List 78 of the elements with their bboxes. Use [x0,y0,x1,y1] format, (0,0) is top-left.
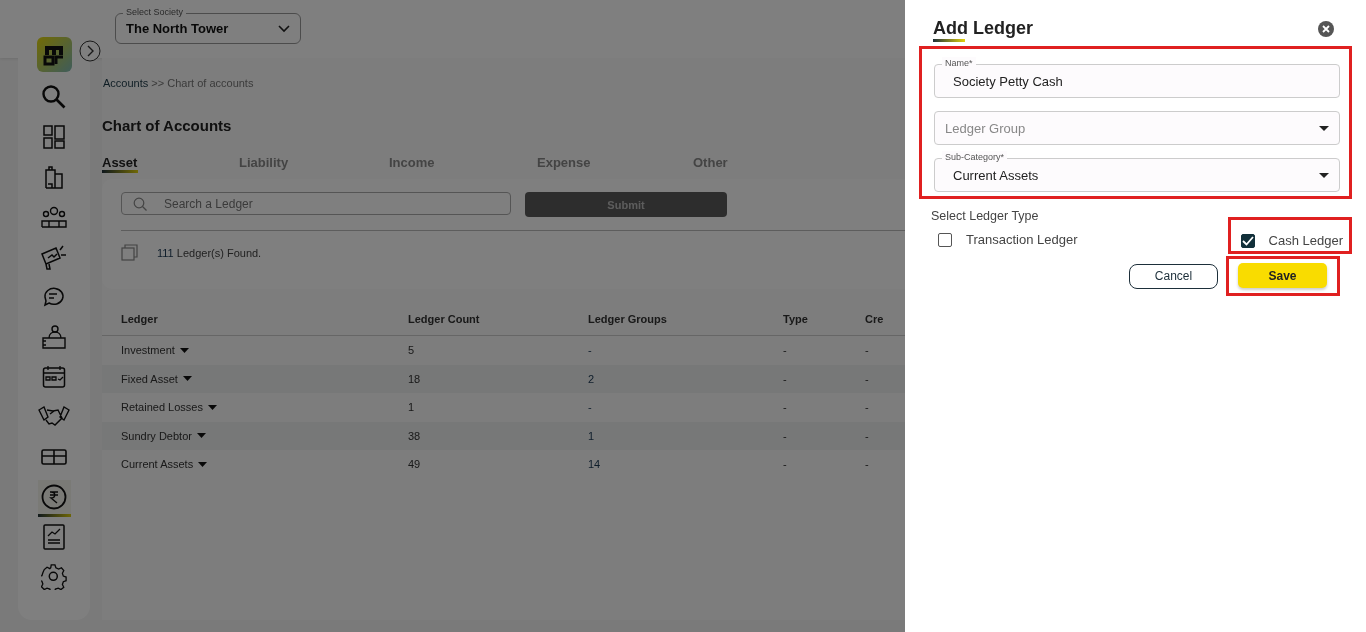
chevron-down-icon [278,24,290,33]
checkbox-label: Cash Ledger [1268,233,1343,248]
rupee-icon [41,484,67,510]
column-header: Type [783,307,865,336]
ledger-group-select[interactable]: Ledger Group [934,111,1340,145]
search-icon [133,197,147,211]
field-label: Sub-Category* [942,151,1008,163]
table-cell: 1 [588,429,595,442]
people-icon[interactable] [41,206,67,228]
save-button[interactable]: Save [1238,263,1327,288]
caret-icon [196,433,206,439]
table-cell: 1 [408,401,415,414]
checkbox-label: Transaction Ledger [966,232,1078,247]
table-cell: - [783,429,787,442]
checkbox[interactable] [1240,233,1255,248]
ledger-toggle[interactable]: Current Assets [121,458,208,471]
breadcrumb-current: >> Chart of accounts [151,77,254,89]
calendar-icon[interactable] [42,365,66,389]
handshake-icon[interactable] [38,406,70,428]
table-cell: 5 [408,344,415,357]
field-label: Name* [942,57,976,69]
breadcrumb-link[interactable]: Accounts [103,77,149,89]
tab[interactable]: Other [693,155,843,173]
search-icon [41,84,67,110]
close-icon[interactable] [1318,20,1334,37]
dashboard-icon[interactable] [43,125,65,149]
table-cell: 18 [408,372,421,385]
settings-icon[interactable] [41,564,67,590]
ledger-toggle[interactable]: Retained Losses [121,401,217,414]
caret-icon [179,347,189,353]
chat-icon[interactable] [42,285,66,309]
tab[interactable]: Income [389,155,537,173]
table-cell: 38 [408,429,421,442]
title-underline [933,39,965,42]
tab[interactable]: Asset [102,155,239,173]
column-header: Ledger Count [408,307,588,336]
gift-icon[interactable] [41,449,67,465]
copy-icon [121,244,138,261]
caret-icon [182,376,192,382]
expand-icon[interactable] [79,40,101,62]
table-cell: - [588,344,592,357]
table-cell: - [783,344,787,357]
column-header: Ledger Groups [588,307,783,336]
column-header: Ledger [102,307,408,336]
checkbox[interactable] [938,232,952,247]
table-cell: - [865,458,869,471]
table-cell: - [783,401,787,414]
table-cell: - [865,344,869,357]
building-icon[interactable] [45,165,63,189]
caret-icon [1319,125,1329,131]
table-cell: - [865,429,869,442]
megaphone-icon[interactable] [40,244,68,270]
search-field[interactable]: Search a Ledger [121,192,511,215]
cancel-button[interactable]: Cancel [1129,263,1218,289]
ledger-toggle[interactable]: Investment [121,344,189,357]
table-cell: 14 [588,458,601,471]
caret-icon [207,404,217,410]
table-cell: - [783,458,787,471]
table-cell: - [865,372,869,385]
field-label: Select Society [123,6,187,18]
ledger-toggle[interactable]: Fixed Asset [121,372,192,385]
tab[interactable]: Expense [537,155,693,173]
drawer-title: Add Ledger [933,18,1033,39]
table-cell: 2 [588,372,595,385]
page-title: Chart of Accounts [102,117,232,134]
ledger-toggle[interactable]: Sundry Debtor [121,429,206,442]
ledger-count-text: 111 Ledger(s) Found. [157,246,262,259]
caret-icon [198,461,208,467]
logo-icon [36,37,72,72]
table-cell: - [588,401,592,414]
tab[interactable]: Liability [239,155,389,173]
report-icon[interactable] [43,524,65,550]
table-cell: - [865,401,869,414]
table-cell: - [783,372,787,385]
desk-icon[interactable] [41,325,67,349]
nav-button[interactable] [37,480,71,517]
section-label: Select Ledger Type [931,209,1040,223]
table-cell: 49 [408,458,421,471]
